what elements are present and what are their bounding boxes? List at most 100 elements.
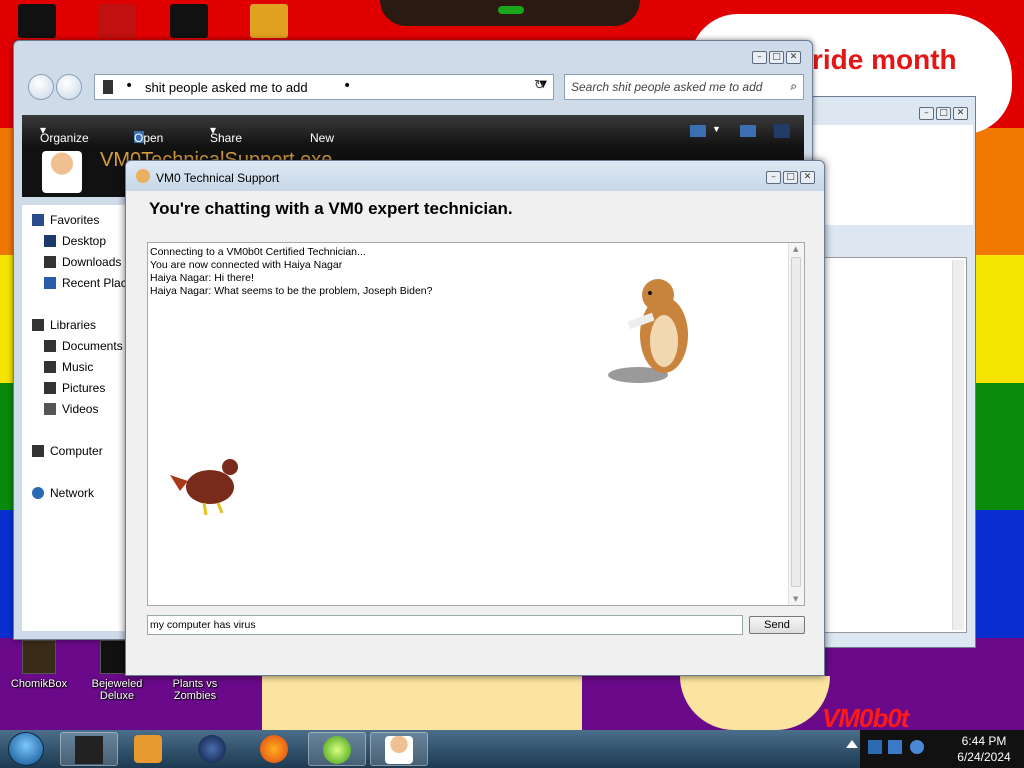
sidebar-item-documents[interactable]: Documents: [44, 339, 123, 353]
preview-pane-icon[interactable]: [740, 125, 756, 137]
sidebar-item-computer[interactable]: Computer: [32, 444, 103, 458]
libraries-icon: [32, 319, 44, 331]
search-icon[interactable]: ⌕: [790, 79, 797, 94]
maximize-icon[interactable]: □: [783, 171, 798, 184]
forward-button[interactable]: [56, 74, 82, 100]
chat-window-title: VM0 Technical Support: [156, 171, 280, 185]
search-input[interactable]: Search shit people asked me to add ⌕: [564, 74, 804, 100]
maximize-icon[interactable]: □: [769, 51, 784, 64]
scrollbar[interactable]: [952, 260, 964, 630]
technician-avatar-icon: [42, 151, 82, 193]
taskbar-item-technical-support[interactable]: [370, 732, 428, 766]
close-icon[interactable]: ✕: [800, 171, 815, 184]
sidebar-item-music[interactable]: Music: [44, 360, 93, 374]
chat-log[interactable]: Connecting to a VM0b0t Certified Technic…: [147, 242, 805, 606]
sidebar-item-favorites[interactable]: Favorites: [32, 213, 99, 227]
volume-icon[interactable]: [910, 740, 924, 754]
network-icon: [32, 487, 44, 499]
clock[interactable]: 6:44 PM 6/24/2024: [950, 733, 1018, 765]
sidebar-item-network[interactable]: Network: [32, 486, 94, 500]
breadcrumb-separator-icon[interactable]: •: [343, 78, 351, 94]
sidebar-item-videos[interactable]: Videos: [44, 402, 98, 416]
taskbar-item-explorer[interactable]: [60, 732, 118, 766]
help-icon[interactable]: [774, 124, 790, 138]
sidebar-item-desktop[interactable]: Desktop: [44, 234, 106, 248]
view-options-icon[interactable]: [690, 125, 706, 137]
sidebar-item-label: Music: [62, 360, 94, 374]
globe-icon: [198, 735, 226, 763]
clock-time: 6:44 PM: [961, 734, 1007, 748]
sidebar-item-downloads[interactable]: Downloads: [44, 255, 121, 269]
organize-label: Organize: [40, 131, 89, 145]
technical-support-chat-window[interactable]: VM0 Technical Support – □ ✕ You're chatt…: [125, 160, 825, 676]
banner-text: ride month: [812, 44, 957, 75]
documents-icon: [44, 340, 56, 352]
desktop-icon-top-2[interactable]: [98, 4, 136, 38]
chat-log-lines: Connecting to a VM0b0t Certified Technic…: [150, 246, 433, 298]
background-window[interactable]: – □ ✕: [802, 96, 976, 648]
open-label: Open: [134, 131, 164, 145]
close-icon[interactable]: ✕: [953, 107, 968, 120]
show-hidden-icons-icon[interactable]: [846, 740, 858, 748]
explorer-titlebar[interactable]: [14, 41, 812, 69]
desktop-icon-top-4[interactable]: [250, 4, 288, 38]
minimize-icon[interactable]: –: [766, 171, 781, 184]
media-player-icon: [134, 735, 162, 763]
sidebar-item-label: Desktop: [62, 234, 107, 248]
scroll-up-icon[interactable]: ▲: [793, 245, 798, 253]
chat-line: Connecting to a VM0b0t Certified Technic…: [150, 246, 366, 258]
tray-app-icon[interactable]: [868, 740, 882, 754]
taskbar-item-app[interactable]: [308, 732, 366, 766]
window-controls: – □ ✕: [919, 107, 968, 120]
address-bar[interactable]: • shit people asked me to add • ▼: [94, 74, 554, 100]
sidebar-item-label: Pictures: [62, 381, 106, 395]
network-tray-icon[interactable]: [888, 740, 902, 754]
taskbar-item-firefox[interactable]: [246, 732, 304, 766]
navigation-pane: Favorites Desktop Downloads Recent Place…: [22, 205, 139, 631]
taskbar-item-internet[interactable]: [184, 732, 242, 766]
minimize-icon[interactable]: –: [919, 107, 934, 120]
lime-app-icon: [323, 736, 351, 764]
send-button[interactable]: Send: [749, 616, 805, 634]
sidebar-item-label: Downloads: [62, 255, 122, 269]
hamster-character-icon: [608, 279, 688, 383]
chomikbox-icon: [22, 640, 56, 674]
sidebar-item-label: Network: [50, 486, 95, 500]
desktop-decoration: [262, 676, 582, 730]
close-icon[interactable]: ✕: [786, 51, 801, 64]
start-button[interactable]: [8, 732, 44, 766]
desktop-top-decoration: [380, 0, 640, 26]
sidebar-item-pictures[interactable]: Pictures: [44, 381, 105, 395]
desktop-icon-chomikbox[interactable]: ChomikBox: [2, 640, 76, 690]
downloads-icon: [44, 256, 56, 268]
taskbar-item-media-player[interactable]: [120, 732, 178, 766]
breadcrumb-separator-icon[interactable]: •: [125, 78, 133, 94]
chat-log-scrollbar[interactable]: ▲ ▼: [788, 243, 804, 605]
desktop-icon: [44, 235, 56, 247]
message-input[interactable]: [147, 615, 743, 635]
maximize-icon[interactable]: □: [936, 107, 951, 120]
sidebar-item-label: Favorites: [50, 213, 100, 227]
organize-button[interactable]: Organize ▾: [40, 123, 89, 145]
sidebar-item-libraries[interactable]: Libraries: [32, 318, 96, 332]
background-window-textarea[interactable]: [823, 257, 967, 633]
folder-icon: [75, 736, 103, 764]
window-controls: – □ ✕: [752, 51, 801, 64]
chat-titlebar[interactable]: VM0 Technical Support – □ ✕: [126, 161, 824, 191]
computer-icon: [32, 445, 44, 457]
address-text: shit people asked me to add: [145, 80, 308, 95]
desktop-icon-top-1[interactable]: [18, 4, 56, 38]
chevron-down-icon[interactable]: ▼: [712, 124, 721, 134]
desktop-icon-top-3[interactable]: [170, 4, 208, 38]
chat-heading: You're chatting with a VM0 expert techni…: [149, 199, 513, 218]
refresh-icon[interactable]: ↻: [534, 78, 545, 93]
back-button[interactable]: [28, 74, 54, 100]
desktop-decoration: [680, 676, 830, 730]
minimize-icon[interactable]: –: [752, 51, 767, 64]
scroll-down-icon[interactable]: ▼: [793, 595, 798, 603]
desktop-icon-label: ChomikBox: [10, 678, 68, 690]
share-with-button[interactable]: Share with ▾: [210, 123, 242, 159]
scroll-thumb[interactable]: [791, 257, 801, 587]
chat-line: Haiya Nagar: Hi there!: [150, 272, 254, 284]
sidebar-item-label: Computer: [50, 444, 103, 458]
